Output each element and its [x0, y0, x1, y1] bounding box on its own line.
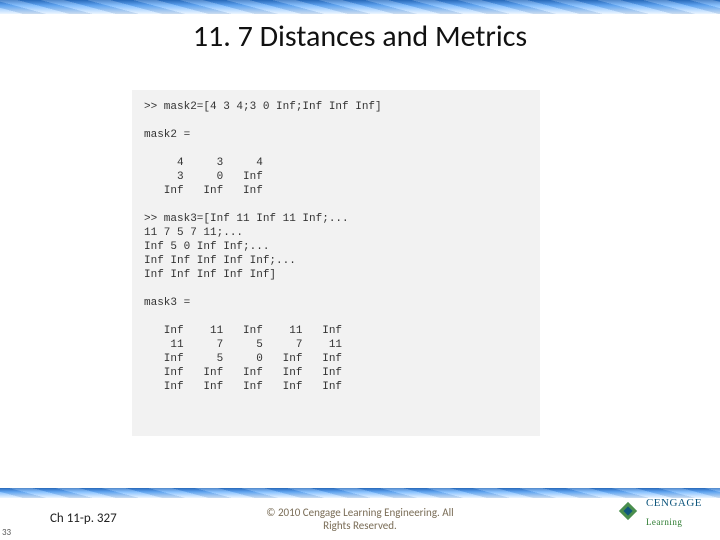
cengage-logo-icon	[617, 500, 639, 522]
footer: 33 Ch 11-p. 327 © 2010 Cengage Learning …	[0, 498, 720, 540]
slide: 11. 7 Distances and Metrics >> mask2=[4 …	[0, 0, 720, 540]
top-decoration	[0, 0, 720, 14]
code-block: >> mask2=[4 3 4;3 0 Inf;Inf Inf Inf] mas…	[132, 90, 540, 436]
brand-text: CENGAGE Learning	[646, 492, 702, 530]
bottom-decoration	[0, 488, 720, 498]
slide-title: 11. 7 Distances and Metrics	[0, 18, 720, 55]
brand-logo-block: CENGAGE Learning	[617, 492, 702, 530]
copyright-text: © 2010 Cengage Learning Engineering. All…	[0, 506, 720, 532]
